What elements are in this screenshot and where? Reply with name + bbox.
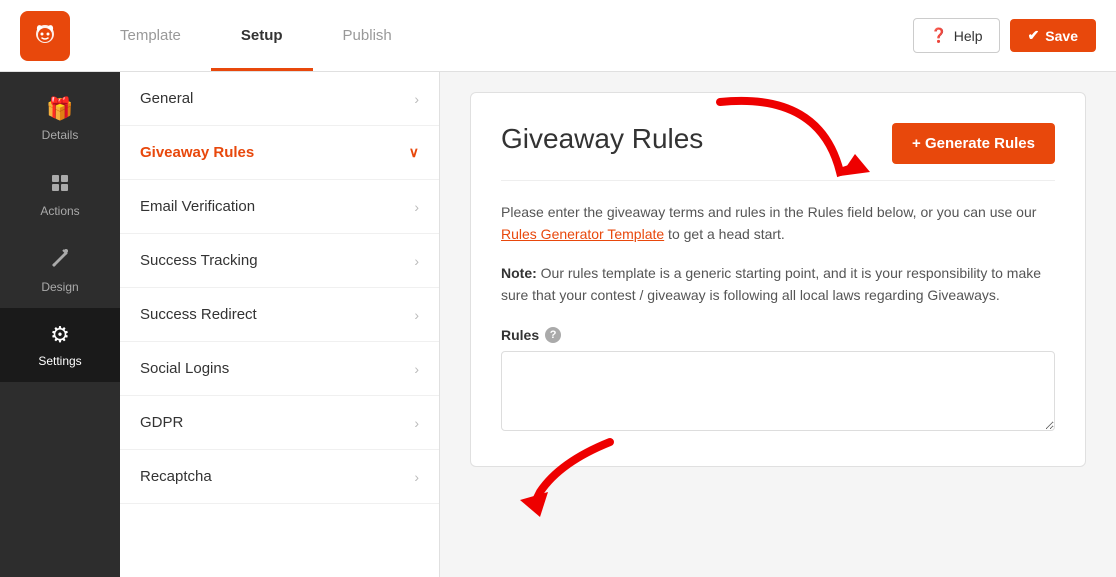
- chevron-right-icon: ›: [414, 361, 419, 377]
- sidebar-item-settings[interactable]: ⚙ Settings: [0, 308, 120, 382]
- secondary-navigation: General › Giveaway Rules ∨ Email Verific…: [120, 72, 440, 577]
- generate-rules-button[interactable]: + Generate Rules: [892, 123, 1055, 164]
- chevron-right-icon: ›: [414, 307, 419, 323]
- sidebar: 🎁 Details Actions: [0, 72, 120, 577]
- nav-item-success-tracking[interactable]: Success Tracking ›: [120, 234, 439, 288]
- rules-generator-link[interactable]: Rules Generator Template: [501, 226, 664, 242]
- nav-item-gdpr[interactable]: GDPR ›: [120, 396, 439, 450]
- chevron-right-icon: ›: [414, 469, 419, 485]
- settings-icon: ⚙: [50, 322, 70, 348]
- help-icon: ❓: [930, 27, 947, 44]
- nav-item-success-redirect[interactable]: Success Redirect ›: [120, 288, 439, 342]
- chevron-down-icon: ∨: [409, 144, 419, 161]
- rules-label: Rules ?: [501, 327, 1055, 343]
- description-text: Please enter the giveaway terms and rule…: [501, 201, 1055, 246]
- chevron-right-icon: ›: [414, 199, 419, 215]
- tab-publish[interactable]: Publish: [313, 0, 422, 71]
- sidebar-item-design[interactable]: Design: [0, 232, 120, 308]
- checkmark-icon: ✔: [1028, 27, 1040, 44]
- design-icon: [49, 246, 71, 274]
- app-logo: [20, 11, 70, 61]
- chevron-right-icon: ›: [414, 91, 419, 107]
- tab-setup[interactable]: Setup: [211, 0, 313, 71]
- tab-template[interactable]: Template: [90, 0, 211, 71]
- content-card: Giveaway Rules + Generate Rules Please e…: [470, 92, 1086, 467]
- nav-item-social-logins[interactable]: Social Logins ›: [120, 342, 439, 396]
- chevron-right-icon: ›: [414, 253, 419, 269]
- gift-icon: 🎁: [46, 96, 73, 122]
- nav-item-giveaway-rules[interactable]: Giveaway Rules ∨: [120, 126, 439, 180]
- nav-item-email-verification[interactable]: Email Verification ›: [120, 180, 439, 234]
- help-button[interactable]: ❓ Help: [913, 18, 999, 53]
- sidebar-item-actions[interactable]: Actions: [0, 156, 120, 232]
- nav-item-general[interactable]: General ›: [120, 72, 439, 126]
- save-button[interactable]: ✔ Save: [1010, 19, 1096, 52]
- page-title: Giveaway Rules: [501, 123, 703, 155]
- note-text: Note: Our rules template is a generic st…: [501, 262, 1055, 307]
- content-header: Giveaway Rules + Generate Rules: [501, 123, 1055, 181]
- nav-actions: ❓ Help ✔ Save: [913, 18, 1096, 53]
- chevron-right-icon: ›: [414, 415, 419, 431]
- rules-help-icon[interactable]: ?: [545, 327, 561, 343]
- nav-tabs: Template Setup Publish: [90, 0, 913, 71]
- sidebar-item-details[interactable]: 🎁 Details: [0, 82, 120, 156]
- main-layout: 🎁 Details Actions: [0, 72, 1116, 577]
- content-area: Giveaway Rules + Generate Rules Please e…: [440, 72, 1116, 577]
- top-navigation: Template Setup Publish ❓ Help ✔ Save: [0, 0, 1116, 72]
- rules-textarea[interactable]: [501, 351, 1055, 431]
- actions-icon: [49, 170, 71, 198]
- nav-item-recaptcha[interactable]: Recaptcha ›: [120, 450, 439, 504]
